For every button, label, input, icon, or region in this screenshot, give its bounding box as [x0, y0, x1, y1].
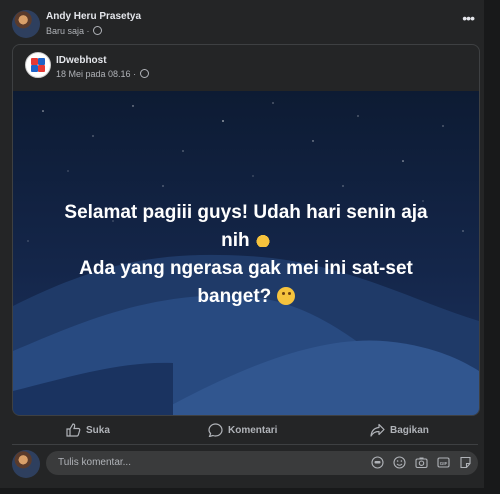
shared-post-header: IDwebhost 18 Mei pada 08.16 · — [13, 45, 479, 91]
svg-text:GIF: GIF — [440, 461, 448, 466]
divider — [12, 444, 478, 445]
gif-icon[interactable]: GIF — [437, 456, 450, 469]
globe-icon — [93, 26, 103, 35]
meta-separator: · — [133, 69, 139, 79]
comment-input[interactable]: Tulis komentar... GIF — [46, 451, 478, 475]
post-header: Andy Heru Prasetya Baru saja · ••• — [12, 8, 475, 40]
logo-square-red — [31, 58, 38, 65]
post-meta: Baru saja · — [46, 26, 103, 36]
comment-composer: Tulis komentar... GIF — [12, 449, 478, 478]
post-background-image: Selamat pagiii guys! Udah hari senin aja… — [13, 91, 479, 415]
like-label: Suka — [86, 424, 110, 436]
like-button[interactable]: Suka — [66, 419, 110, 441]
share-label: Bagikan — [390, 424, 429, 436]
globe-icon — [139, 69, 149, 78]
post-text-line-4-wrap: banget? — [13, 283, 479, 311]
camera-icon[interactable] — [415, 456, 428, 469]
raising-hands-emoji-icon — [254, 233, 271, 247]
comment-bubble-icon — [208, 423, 223, 437]
shared-post[interactable]: IDwebhost 18 Mei pada 08.16 · Selamat pa… — [12, 44, 480, 416]
share-button[interactable]: Bagikan — [370, 419, 429, 441]
sticker-icon[interactable] — [459, 456, 472, 469]
comment-label: Komentari — [228, 424, 278, 436]
avatar-sticker-icon[interactable] — [371, 456, 384, 469]
page-background-right — [484, 0, 500, 494]
page-background-bottom — [0, 488, 500, 494]
post-text: Selamat pagiii guys! Udah hari senin aja… — [13, 199, 479, 311]
post-text-line-1: Selamat pagiii guys! Udah hari senin aja — [64, 202, 428, 223]
logo-square-red-2 — [38, 65, 45, 72]
share-arrow-icon — [370, 423, 385, 437]
page-logo[interactable] — [25, 52, 51, 78]
current-user-avatar[interactable] — [12, 450, 40, 478]
post-timestamp[interactable]: Baru saja — [46, 26, 84, 36]
more-options-button[interactable]: ••• — [462, 11, 475, 25]
comment-placeholder: Tulis komentar... — [58, 457, 131, 468]
thumbs-up-icon — [66, 423, 81, 437]
post-text-line-2: nih — [221, 230, 250, 251]
author-avatar[interactable] — [12, 10, 40, 38]
post-text-line-3: Ada yang ngerasa gak mei ini sat-set — [79, 258, 413, 279]
post-text-line-4: banget? — [197, 286, 272, 307]
post-text-line-2-wrap: nih — [13, 227, 479, 255]
comment-tools: GIF — [371, 456, 472, 469]
shared-post-meta: 18 Mei pada 08.16 · — [56, 69, 149, 79]
logo-square-blue-2 — [31, 65, 38, 72]
logo-square-blue — [38, 58, 45, 65]
meta-separator: · — [86, 26, 93, 36]
page-name[interactable]: IDwebhost — [56, 55, 107, 66]
emoji-icon[interactable] — [393, 456, 406, 469]
post-card: Andy Heru Prasetya Baru saja · ••• IDweb… — [0, 0, 485, 488]
shared-post-timestamp[interactable]: 18 Mei pada 08.16 — [56, 69, 131, 79]
thinking-emoji-icon — [276, 287, 295, 305]
comment-button[interactable]: Komentari — [208, 419, 277, 441]
post-actions: Suka Komentari Bagikan — [12, 419, 478, 441]
author-name[interactable]: Andy Heru Prasetya — [46, 11, 141, 22]
